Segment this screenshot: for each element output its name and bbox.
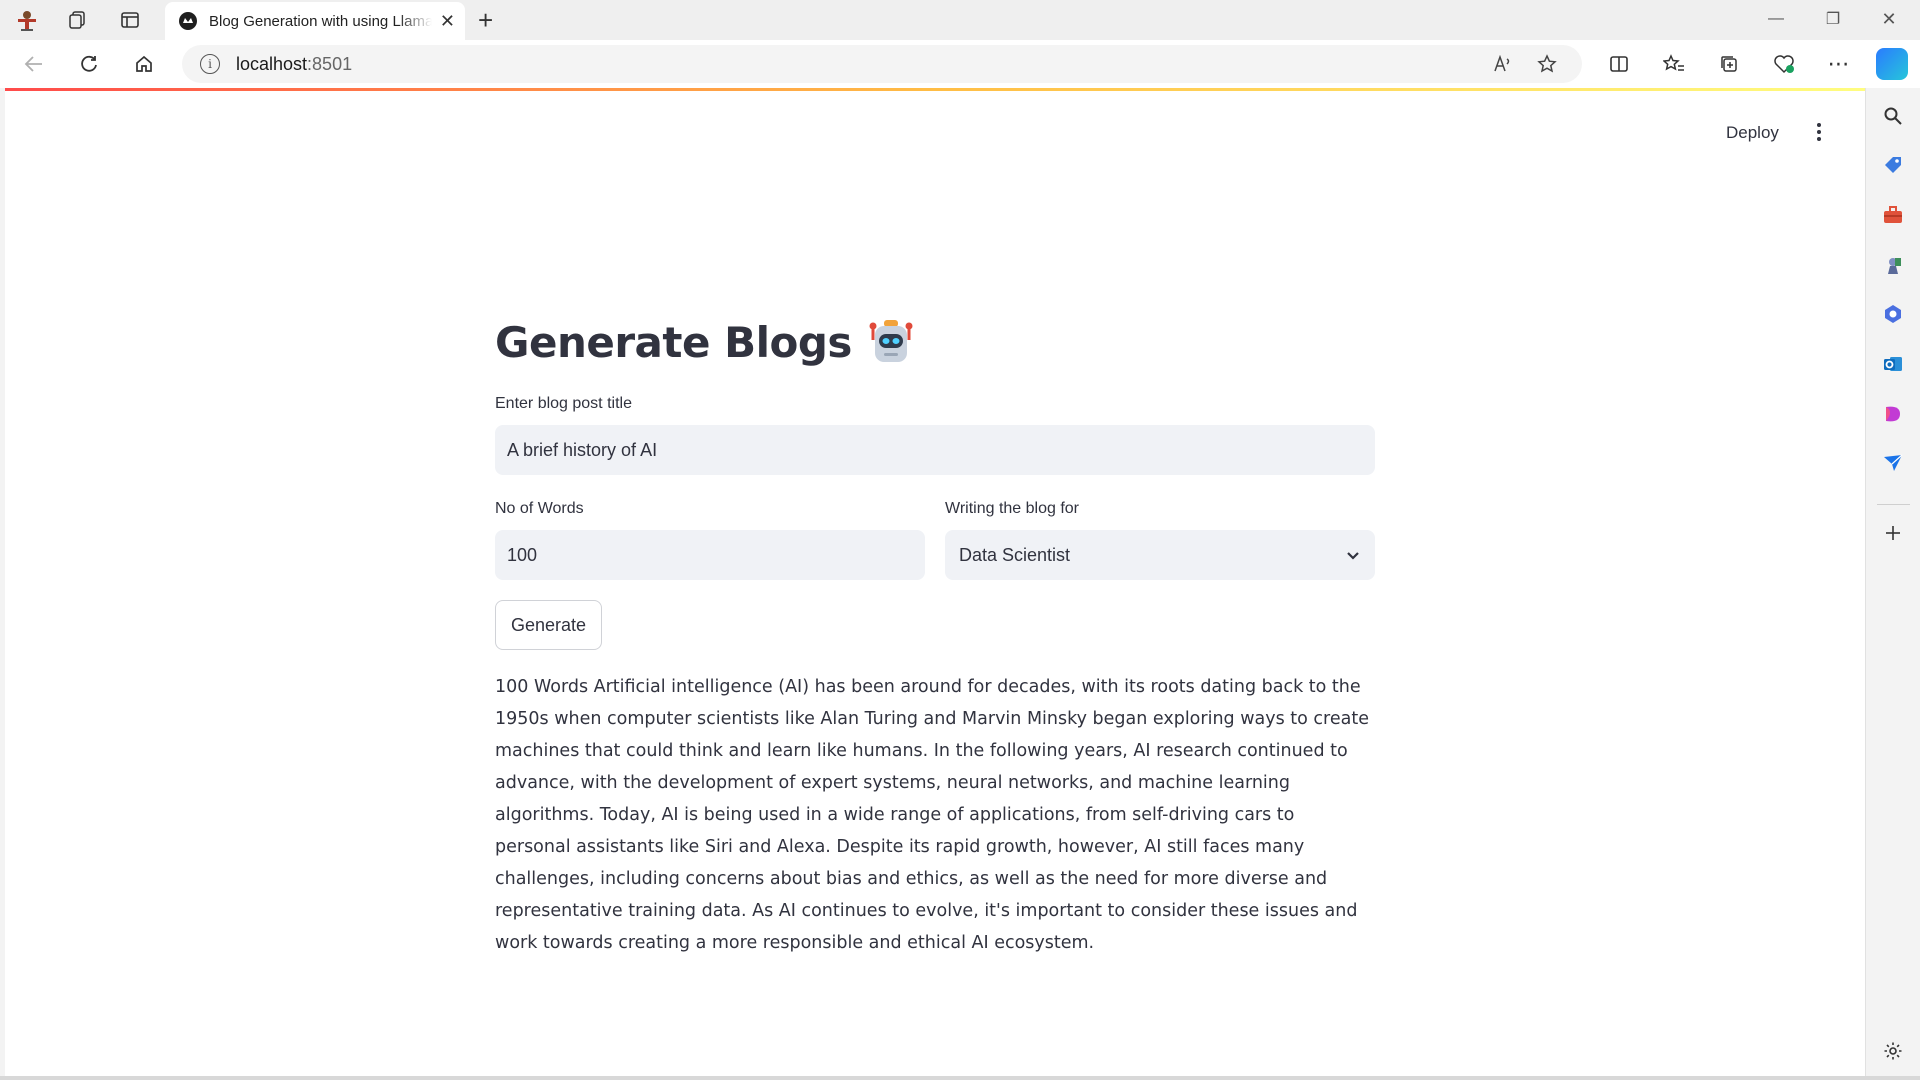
- profile-avatar-icon[interactable]: [11, 6, 43, 34]
- back-icon[interactable]: [16, 48, 52, 80]
- sidebar-divider: [1877, 504, 1910, 505]
- favorites-icon[interactable]: [1656, 48, 1692, 80]
- audience-select[interactable]: Data Scientist: [945, 530, 1375, 580]
- search-icon[interactable]: [1879, 102, 1907, 130]
- audience-label: Writing the blog for: [945, 500, 1079, 517]
- tab-close-icon[interactable]: ✕: [440, 11, 455, 32]
- designer-icon[interactable]: [1879, 400, 1907, 428]
- robot-icon: [868, 318, 914, 366]
- favorite-star-icon[interactable]: [1532, 50, 1562, 78]
- page-viewport: Deploy Generate Blogs Enter blog post ti…: [5, 88, 1865, 1076]
- toolbox-icon[interactable]: [1879, 201, 1907, 229]
- main-menu-icon[interactable]: [1807, 119, 1831, 145]
- address-bar[interactable]: i localhost:8501: [182, 45, 1582, 83]
- new-tab-icon[interactable]: +: [478, 5, 493, 36]
- generate-button[interactable]: Generate: [495, 600, 603, 650]
- url-text: localhost:8501: [236, 53, 353, 74]
- restore-icon[interactable]: ❐: [1810, 4, 1856, 34]
- home-icon[interactable]: [126, 48, 162, 80]
- add-icon[interactable]: [1879, 519, 1907, 547]
- settings-icon[interactable]: [1879, 1037, 1907, 1065]
- workspaces-icon[interactable]: [61, 6, 93, 34]
- refresh-icon[interactable]: [71, 48, 107, 80]
- active-tab[interactable]: Blog Generation with using Llama ✕: [165, 2, 465, 40]
- blog-title-input[interactable]: A brief history of AI: [495, 425, 1375, 475]
- browser-toolbar: i localhost:8501 ⋯: [0, 40, 1920, 88]
- tab-title: Blog Generation with using Llama: [209, 12, 432, 30]
- tab-favicon-icon: [179, 12, 197, 30]
- window-close-icon[interactable]: ✕: [1866, 4, 1912, 34]
- split-screen-icon[interactable]: [1601, 48, 1637, 80]
- copilot-apps-icon[interactable]: [1879, 300, 1907, 328]
- chess-icon[interactable]: [1879, 251, 1907, 279]
- page-title-text: Generate Blogs: [495, 317, 852, 367]
- words-input[interactable]: 100: [495, 530, 925, 580]
- vertical-tabs-icon[interactable]: [114, 6, 146, 34]
- browser-essentials-icon[interactable]: [1766, 48, 1802, 80]
- blog-title-label: Enter blog post title: [495, 395, 632, 412]
- page-title: Generate Blogs: [495, 312, 914, 372]
- tag-icon[interactable]: [1879, 151, 1907, 179]
- words-label: No of Words: [495, 500, 584, 517]
- chevron-down-icon: [1345, 547, 1361, 568]
- generated-blog-text: 100 Words Artificial intelligence (AI) h…: [495, 677, 1369, 953]
- read-aloud-icon[interactable]: [1488, 50, 1518, 78]
- deploy-button[interactable]: Deploy: [1718, 119, 1787, 147]
- edge-sidebar: [1865, 88, 1920, 1076]
- settings-more-icon[interactable]: ⋯: [1821, 48, 1857, 80]
- copilot-icon[interactable]: [1876, 48, 1908, 80]
- tab-strip: Blog Generation with using Llama ✕ + — ❐…: [0, 0, 1920, 40]
- audience-selected-value: Data Scientist: [959, 544, 1071, 565]
- send-icon[interactable]: [1879, 449, 1907, 477]
- minimize-icon[interactable]: —: [1753, 4, 1799, 34]
- streamlit-decoration-bar: [5, 88, 1865, 91]
- collections-icon[interactable]: [1711, 48, 1747, 80]
- outlook-icon[interactable]: [1879, 350, 1907, 378]
- site-info-icon[interactable]: i: [200, 54, 220, 74]
- window-bottom-edge: [0, 1076, 1920, 1080]
